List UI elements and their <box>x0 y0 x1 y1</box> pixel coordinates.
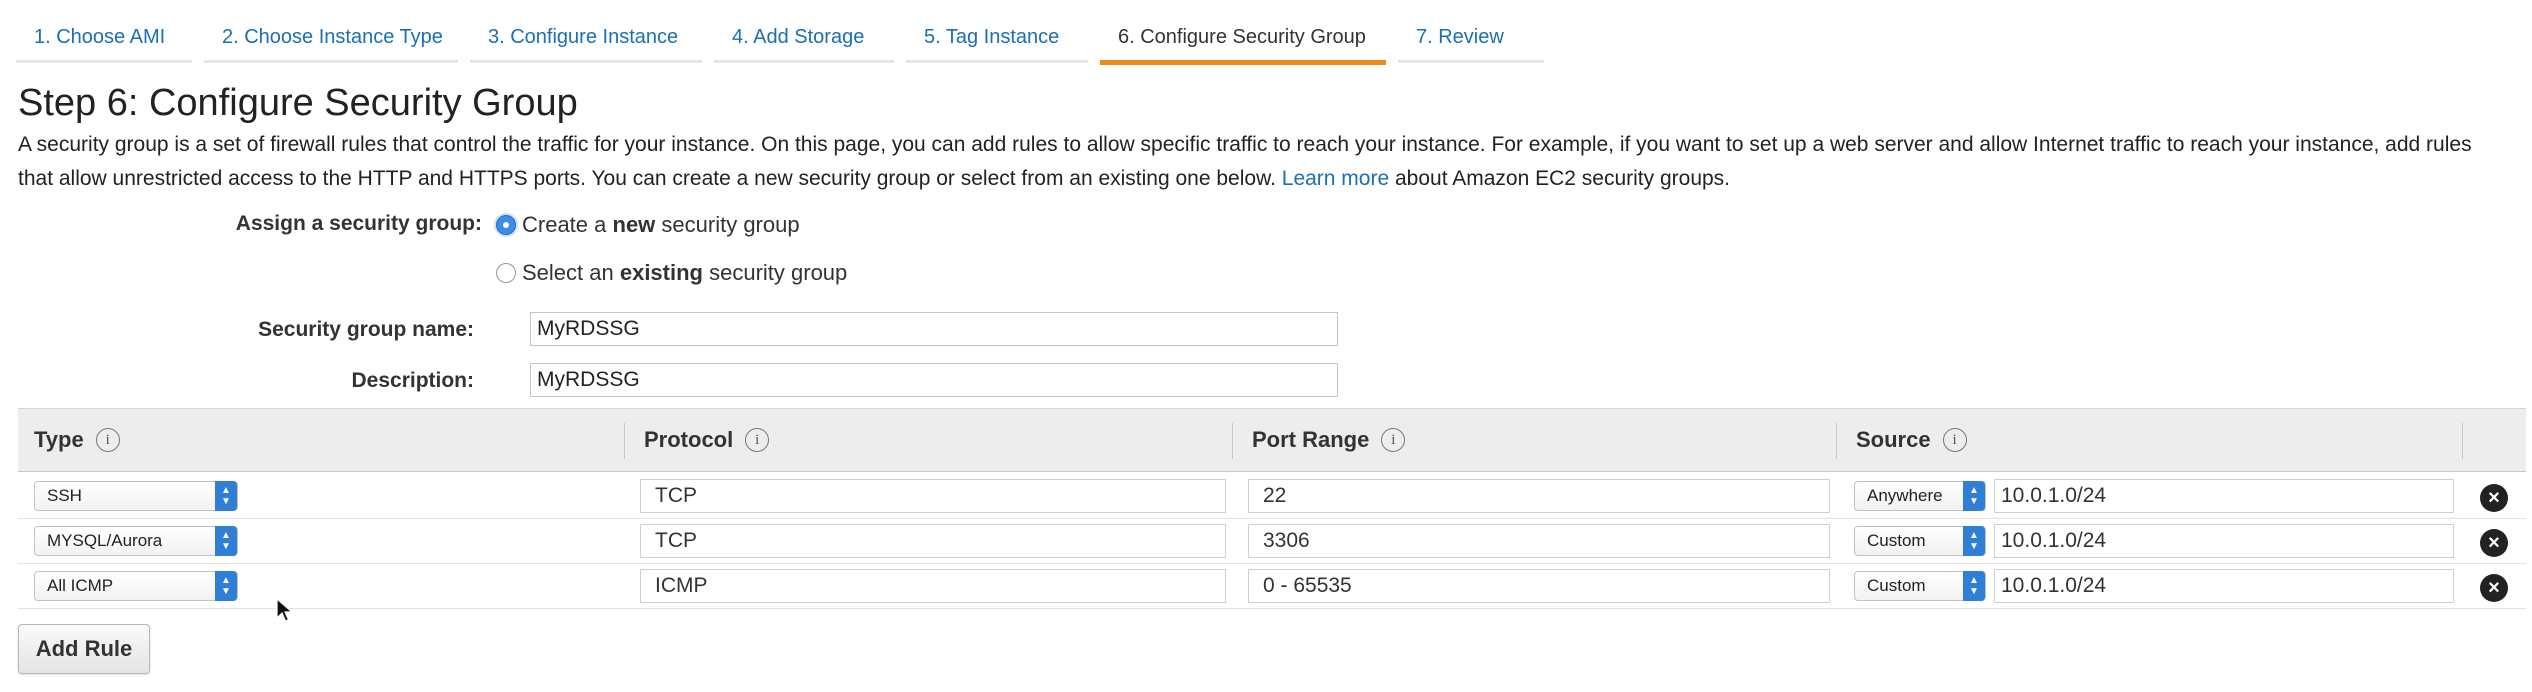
source-cidr-input[interactable]: 10.0.1.0/24 <box>1994 569 2454 603</box>
updown-arrow-icon: ▲ ▼ <box>215 526 237 556</box>
source-mode-select[interactable]: Custom ▲ ▼ <box>1854 526 1986 556</box>
type-select[interactable]: SSH ▲ ▼ <box>34 481 238 511</box>
tab-configure-instance[interactable]: 3. Configure Instance <box>470 0 702 63</box>
assign-security-group-label: Assign a security group: <box>235 212 482 235</box>
tab-choose-instance-type[interactable]: 2. Choose Instance Type <box>204 0 458 63</box>
updown-arrow-icon: ▲ ▼ <box>1963 481 1985 511</box>
table-row: All ICMP ▲ ▼ ICMP 0 - 65535 Custom ▲ ▼ 10.… <box>18 564 2526 609</box>
radio-unselected-indicator[interactable] <box>496 263 516 283</box>
info-icon[interactable]: i <box>745 428 770 452</box>
source-mode-select[interactable]: Custom ▲ ▼ <box>1854 571 1986 601</box>
updown-arrow-icon: ▲ ▼ <box>215 481 237 511</box>
description-text: A security group is a set of firewall ru… <box>18 133 2472 190</box>
radio-create-new-group[interactable]: Create a new security group <box>496 212 800 238</box>
column-header-port-range: Port Range i <box>1252 409 1406 471</box>
updown-arrow-icon: ▲ ▼ <box>1963 526 1985 556</box>
updown-arrow-icon: ▲ ▼ <box>1963 571 1985 601</box>
source-cidr-input[interactable]: 10.0.1.0/24 <box>1994 479 2454 513</box>
protocol-field: TCP <box>640 524 1226 558</box>
source-cidr-input[interactable]: 10.0.1.0/24 <box>1994 524 2454 558</box>
remove-circle-icon[interactable]: × <box>2480 484 2508 512</box>
rules-table-header: Type i Protocol i Port Range i Source i <box>18 408 2526 472</box>
type-select[interactable]: MYSQL/Aurora ▲ ▼ <box>34 526 238 556</box>
updown-arrow-icon: ▲ ▼ <box>215 571 237 601</box>
column-divider <box>1836 423 1837 459</box>
page-description: A security group is a set of firewall ru… <box>18 128 2508 196</box>
tab-review[interactable]: 7. Review <box>1398 0 1544 63</box>
security-group-name-label: Security group name: <box>258 318 474 341</box>
learn-more-link[interactable]: Learn more <box>1282 167 1389 190</box>
port-range-field: 0 - 65535 <box>1248 569 1830 603</box>
port-range-field: 3306 <box>1248 524 1830 558</box>
column-divider <box>624 423 625 459</box>
info-icon[interactable]: i <box>1942 428 1967 452</box>
radio-create-new-label: Create a new security group <box>522 212 800 237</box>
security-group-name-input[interactable] <box>530 312 1338 346</box>
remove-circle-icon[interactable]: × <box>2480 574 2508 602</box>
description-text-end: about Amazon EC2 security groups. <box>1395 167 1731 190</box>
tab-choose-ami[interactable]: 1. Choose AMI <box>16 0 192 63</box>
description-input[interactable] <box>530 363 1338 397</box>
wizard-tabs: 1. Choose AMI 2. Choose Instance Type 3.… <box>16 0 1556 65</box>
protocol-field: TCP <box>640 479 1226 513</box>
table-row: MYSQL/Aurora ▲ ▼ TCP 3306 Custom ▲ ▼ 10.0.… <box>18 519 2526 564</box>
table-row: SSH ▲ ▼ TCP 22 Anywhere ▲ ▼ 10.0.1.0/24 × <box>18 474 2526 519</box>
info-icon[interactable]: i <box>95 428 120 452</box>
tab-add-storage[interactable]: 4. Add Storage <box>714 0 894 63</box>
port-range-field: 22 <box>1248 479 1830 513</box>
type-select[interactable]: All ICMP ▲ ▼ <box>34 571 238 601</box>
column-divider <box>1232 423 1233 459</box>
info-icon[interactable]: i <box>1381 428 1406 452</box>
description-label: Description: <box>351 369 474 392</box>
radio-select-existing-label: Select an existing security group <box>522 260 848 285</box>
source-mode-select[interactable]: Anywhere ▲ ▼ <box>1854 481 1986 511</box>
mouse-pointer-icon <box>276 598 294 622</box>
page-title: Step 6: Configure Security Group <box>18 82 578 124</box>
tab-configure-security-group[interactable]: 6. Configure Security Group <box>1100 0 1386 65</box>
radio-select-existing-group[interactable]: Select an existing security group <box>496 260 847 286</box>
column-header-source: Source i <box>1856 409 1967 471</box>
remove-circle-icon[interactable]: × <box>2480 529 2508 557</box>
add-rule-button[interactable]: Add Rule <box>18 624 150 674</box>
radio-selected-indicator[interactable] <box>496 215 516 235</box>
tab-tag-instance[interactable]: 5. Tag Instance <box>906 0 1088 63</box>
column-divider <box>2462 423 2463 459</box>
column-header-protocol: Protocol i <box>644 409 770 471</box>
column-header-type: Type i <box>34 409 120 471</box>
protocol-field: ICMP <box>640 569 1226 603</box>
